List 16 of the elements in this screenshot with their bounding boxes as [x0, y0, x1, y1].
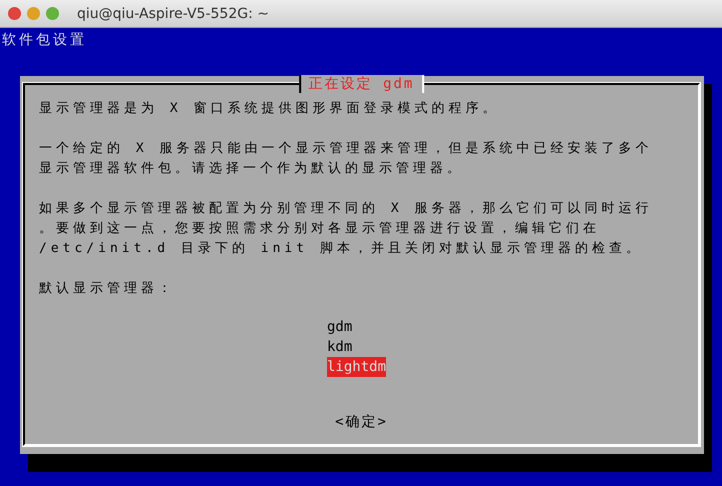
text-line: 默认显示管理器： [39, 280, 175, 298]
text-line: /etc/init.d 目录下的 init 脚本，并且关闭对默认显示管理器的检查。 [39, 240, 643, 258]
zoom-icon[interactable] [46, 7, 59, 20]
minimize-icon[interactable] [27, 7, 40, 20]
close-icon[interactable] [8, 7, 21, 20]
header-text: 软件包设置 [1, 31, 87, 50]
dialog-title: 正在设定 gdm [298, 75, 424, 93]
text-line: 。要做到这一点，您要按照需求分别对各显示管理器进行设置，编辑它们在 [39, 220, 600, 238]
window-title: qiu@qiu-Aspire-V5-552G: ~ [77, 6, 269, 22]
text-line: 显示管理器是为 X 窗口系统提供图形界面登录模式的程序。 [39, 100, 500, 118]
ok-button[interactable]: <确定> [335, 413, 388, 431]
text-line: 显示管理器软件包。请选择一个作为默认的显示管理器。 [39, 160, 464, 178]
text-line: 一个给定的 X 服务器只能由一个显示管理器来管理，但是系统中已经安装了多个 [39, 140, 652, 158]
list-item[interactable]: gdm [327, 317, 352, 337]
list-item[interactable]: kdm [327, 337, 352, 357]
text-line: 如果多个显示管理器被配置为分别管理不同的 X 服务器，那么它们可以同时运行 [39, 200, 652, 218]
